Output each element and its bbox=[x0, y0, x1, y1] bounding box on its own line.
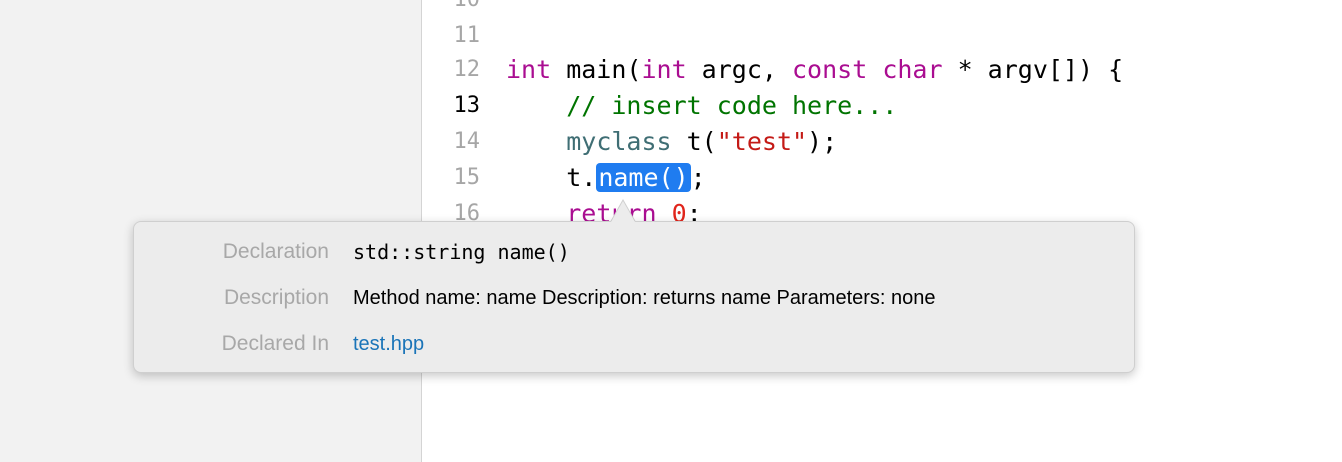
line-number: 11 bbox=[453, 23, 481, 48]
description-label: Description bbox=[223, 286, 329, 309]
code-line: 14 myclass t("test"); bbox=[422, 124, 1342, 160]
code-comment[interactable]: // insert code here... bbox=[506, 88, 897, 124]
line-number: 14 bbox=[453, 129, 481, 154]
code-token: t( bbox=[671, 127, 717, 156]
code-token: t. bbox=[506, 163, 597, 192]
line-number: 12 bbox=[453, 57, 481, 82]
declared-in-row: Declared In test.hpp bbox=[134, 327, 1134, 361]
type-token: myclass bbox=[566, 127, 672, 156]
line-number: 10 bbox=[422, 0, 481, 18]
keyword-token: const bbox=[791, 55, 868, 84]
code-token: * argv[]) { bbox=[942, 55, 1124, 84]
code-token: argc, bbox=[686, 55, 792, 84]
description-row: Description Method name: name Descriptio… bbox=[134, 281, 1134, 315]
code-text[interactable]: t.name(); bbox=[506, 160, 706, 196]
line-number-current: 13 bbox=[453, 93, 481, 118]
declared-in-label: Declared In bbox=[221, 332, 329, 355]
declaration-label: Declaration bbox=[222, 240, 329, 263]
code-line: 12 int main(int argc, const char * argv[… bbox=[422, 52, 1342, 88]
code-token: ); bbox=[807, 127, 838, 156]
declaration-row: Declaration std::string name() bbox=[134, 235, 1134, 269]
description-value: Method name: name Description: returns n… bbox=[353, 287, 936, 309]
keyword-token: int bbox=[506, 55, 552, 84]
string-token: "test" bbox=[716, 127, 808, 156]
code-token: main( bbox=[551, 55, 642, 84]
keyword-token: char bbox=[882, 55, 943, 84]
code-line: 13 // insert code here... bbox=[422, 88, 1342, 124]
keyword-token: int bbox=[641, 55, 687, 84]
code-token: ; bbox=[690, 163, 706, 192]
code-text[interactable]: myclass t("test"); bbox=[506, 124, 837, 160]
declaration-value: std::string name() bbox=[353, 240, 570, 264]
code-line: 15 t.name(); bbox=[422, 160, 1342, 196]
declared-in-link[interactable]: test.hpp bbox=[353, 327, 424, 361]
popover-arrow-fill bbox=[611, 201, 635, 222]
code-text[interactable]: int main(int argc, const char * argv[]) … bbox=[506, 52, 1123, 88]
quick-help-popover: Declaration std::string name() Descripti… bbox=[133, 221, 1135, 373]
line-number: 15 bbox=[453, 165, 481, 190]
selected-symbol[interactable]: name() bbox=[596, 163, 691, 192]
code-line: 11 bbox=[422, 18, 1342, 54]
code-line: 10 bbox=[422, 0, 1342, 18]
